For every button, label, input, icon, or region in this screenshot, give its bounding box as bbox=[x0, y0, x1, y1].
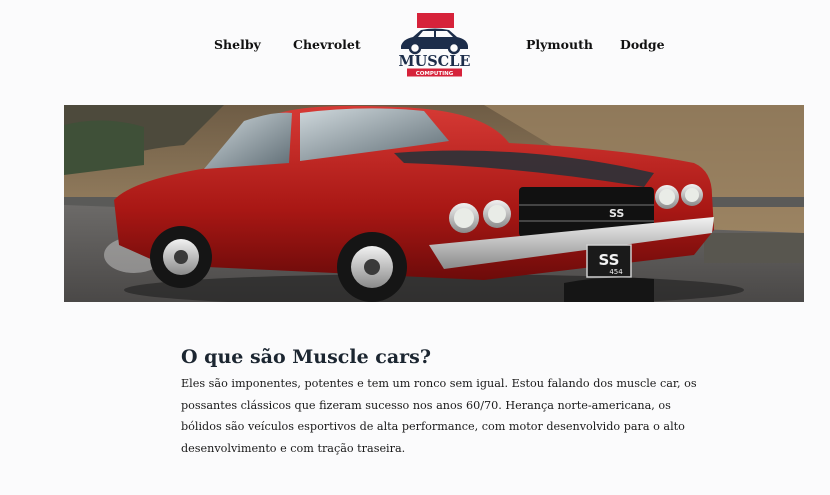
red-muscle-car-illustration: SS SS 454 bbox=[64, 105, 804, 302]
plate-text-bottom: 454 bbox=[609, 268, 623, 276]
section-title: O que são Muscle cars? bbox=[181, 346, 432, 368]
hero-image: SS SS 454 bbox=[64, 105, 804, 302]
nav-link-dodge[interactable]: Dodge bbox=[620, 37, 665, 52]
car-badge: SS bbox=[609, 207, 624, 220]
nav-link-chevrolet[interactable]: Chevrolet bbox=[293, 37, 361, 52]
plate-text-top: SS bbox=[599, 251, 620, 269]
logo-title: MUSCLE bbox=[399, 53, 471, 70]
nav-link-plymouth[interactable]: Plymouth bbox=[526, 37, 593, 52]
section-body: Eles são imponentes, potentes e tem um r… bbox=[181, 377, 697, 455]
muscle-computing-logo[interactable]: MUSCLE COMPUTING bbox=[391, 10, 478, 80]
logo-subtitle: COMPUTING bbox=[416, 71, 454, 77]
logo-icon: MUSCLE COMPUTING bbox=[399, 13, 471, 77]
nav-link-shelby[interactable]: Shelby bbox=[214, 37, 261, 52]
